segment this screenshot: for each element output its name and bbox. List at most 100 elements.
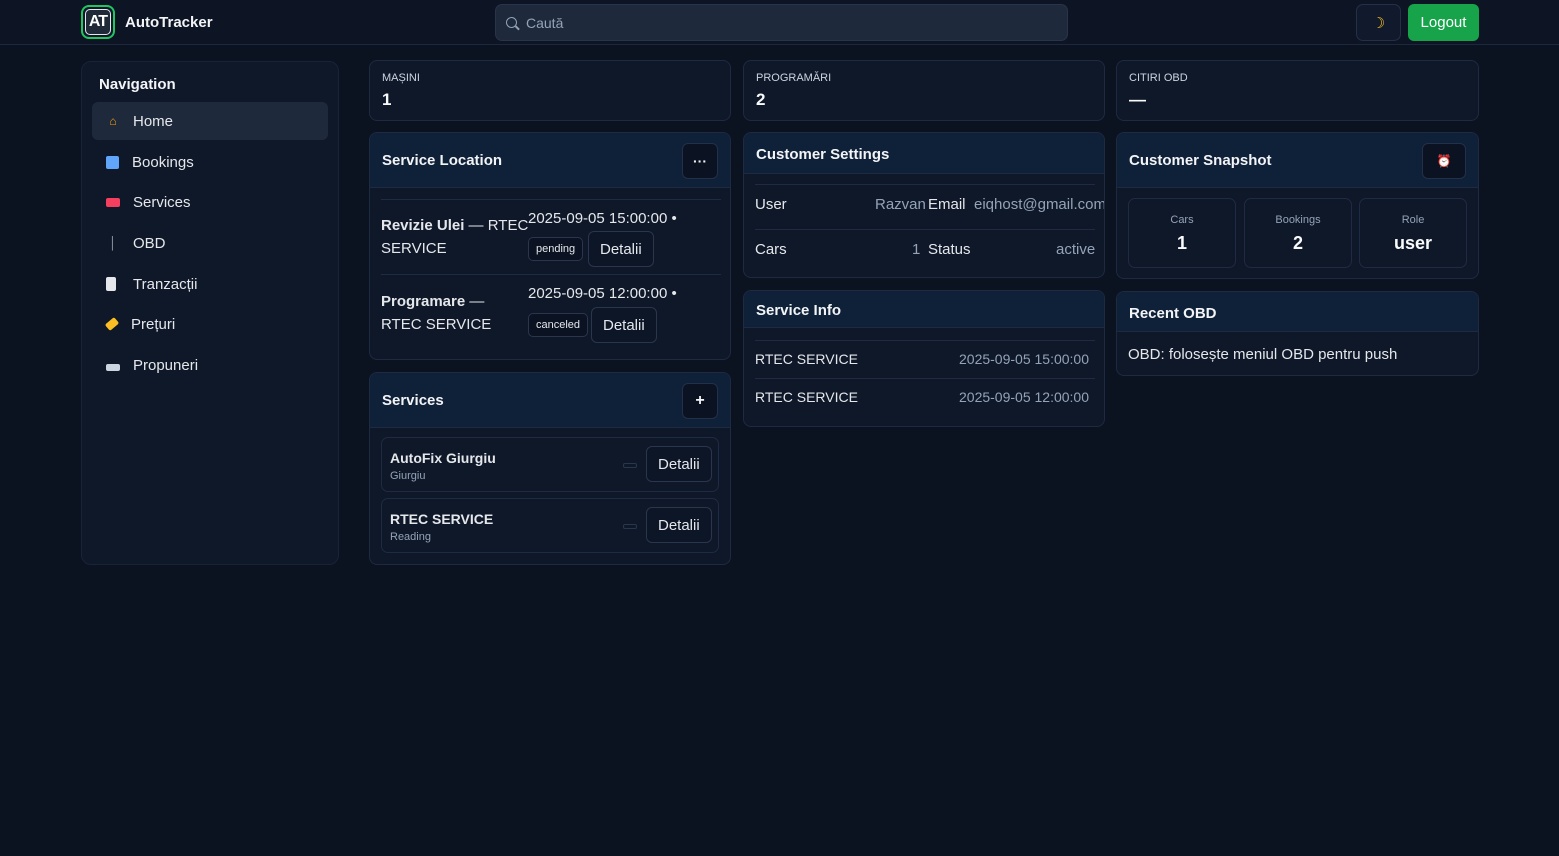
plug-icon: │	[109, 236, 117, 250]
snapshot-value: 2	[1292, 233, 1303, 253]
card-title: Recent OBD	[1129, 305, 1217, 322]
stat-card-programari: PROGRAMĂRI 2	[743, 60, 1105, 121]
details-button[interactable]: Detalii	[588, 231, 654, 267]
stat-label: CITIRI OBD	[1129, 72, 1188, 84]
stat-value: 1	[382, 90, 392, 109]
stat-label: MAȘINI	[382, 72, 420, 84]
tag-icon	[104, 317, 120, 331]
service-city: Giurgiu	[390, 470, 426, 482]
snapshot-label: Role	[1401, 214, 1425, 226]
sidebar-item-label: Bookings	[132, 153, 194, 171]
sidebar-item-obd[interactable]: │ OBD	[92, 224, 328, 262]
snapshot-box-role: Role user	[1359, 198, 1467, 268]
logout-button[interactable]: Logout	[1408, 4, 1479, 41]
home-icon: ⌂	[109, 114, 117, 128]
card-title: Service Info	[756, 302, 842, 319]
appointment-name: Revizie Ulei	[381, 217, 465, 234]
stat-card-citiri-obd: CITIRI OBD —	[1116, 60, 1479, 121]
setting-key: Cars	[755, 241, 787, 258]
appointment-datetime: 2025-09-05 15:00:00 •	[528, 210, 677, 227]
app-title[interactable]: AutoTracker	[125, 14, 213, 31]
sidebar-item-label: Propuneri	[133, 356, 199, 374]
appointment-location-line: RTEC SERVICE	[381, 316, 492, 333]
pill-icon	[623, 524, 637, 529]
receipt-icon	[106, 277, 116, 291]
details-button[interactable]: Detalii	[646, 507, 712, 543]
appointment-location: — RTEC	[468, 217, 529, 234]
stat-label: PROGRAMĂRI	[756, 72, 832, 84]
service-name: AutoFix Giurgiu	[390, 450, 496, 466]
snapshot-value: 1	[1176, 233, 1187, 253]
alarm-clock-icon: ⏰	[1436, 154, 1452, 168]
sidebar: Navigation ⌂ Home Bookings Services │ OB…	[81, 61, 339, 565]
divider	[755, 340, 1095, 341]
service-info-datetime: 2025-09-05 15:00:00	[959, 351, 1089, 367]
inbox-icon	[106, 364, 120, 371]
list-item[interactable]: AutoFix Giurgiu Giurgiu Detalii	[381, 437, 719, 492]
snapshot-label: Cars	[1170, 214, 1194, 226]
top-bar: AT AutoTracker ☽ Logout	[0, 0, 1559, 45]
sidebar-item-tranzactii[interactable]: Tranzacții	[92, 265, 328, 303]
service-name: RTEC SERVICE	[390, 511, 494, 527]
sidebar-item-label: OBD	[133, 234, 166, 252]
sidebar-item-label: Tranzacții	[133, 275, 198, 293]
add-service-button[interactable]: +	[682, 383, 718, 419]
app-logo[interactable]: AT	[81, 5, 115, 39]
search-input[interactable]	[526, 5, 1056, 40]
divider	[755, 184, 1095, 185]
logo-mark: AT	[85, 9, 111, 35]
sidebar-item-propuneri[interactable]: Propuneri	[92, 346, 328, 384]
card-header: Customer Snapshot ⏰	[1117, 133, 1478, 188]
sidebar-item-services[interactable]: Services	[92, 183, 328, 221]
divider	[755, 378, 1095, 379]
service-location-card: Service Location ··· Revizie Ulei — RTEC…	[369, 132, 731, 360]
card-title: Customer Settings	[756, 146, 890, 163]
setting-value: eiqhost@gmail.com	[974, 196, 1105, 213]
card-title: Services	[382, 392, 444, 409]
service-info-name: RTEC SERVICE	[755, 389, 858, 405]
details-button[interactable]: Detalii	[646, 446, 712, 482]
theme-toggle-button[interactable]: ☽	[1356, 4, 1401, 41]
snapshot-label: Bookings	[1275, 214, 1321, 226]
setting-key: Email	[928, 196, 966, 213]
search-icon	[506, 17, 517, 28]
status-badge: canceled	[528, 313, 589, 337]
sidebar-item-preturi[interactable]: Prețuri	[92, 305, 328, 343]
appointment-name: Programare	[381, 293, 466, 310]
service-info-card: Service Info RTEC SERVICE 2025-09-05 15:…	[743, 290, 1105, 427]
stat-value: —	[1129, 90, 1146, 109]
list-item[interactable]: RTEC SERVICE Reading Detalii	[381, 498, 719, 553]
appointment-location-line: SERVICE	[381, 240, 447, 257]
snapshot-action-button[interactable]: ⏰	[1422, 143, 1466, 179]
pill-icon	[623, 463, 637, 468]
card-title: Customer Snapshot	[1129, 152, 1272, 169]
card-header: Recent OBD	[1117, 292, 1478, 332]
toolbox-icon	[106, 197, 120, 207]
customer-settings-card: Customer Settings User Razvan Email eiqh…	[743, 132, 1105, 278]
setting-value: 1	[912, 241, 921, 258]
sidebar-title: Navigation	[99, 76, 176, 93]
status-badge: pending	[528, 237, 584, 261]
setting-key: User	[755, 196, 787, 213]
card-title: Service Location	[382, 152, 503, 169]
calendar-icon	[106, 155, 119, 169]
more-options-button[interactable]: ···	[682, 143, 718, 179]
services-card: Services + AutoFix Giurgiu Giurgiu Detal…	[369, 372, 731, 565]
service-info-name: RTEC SERVICE	[755, 351, 858, 367]
divider	[381, 274, 721, 275]
sidebar-item-label: Home	[133, 112, 174, 130]
snapshot-box-bookings: Bookings 2	[1244, 198, 1352, 268]
recent-obd-card: Recent OBD OBD: folosește meniul OBD pen…	[1116, 291, 1479, 376]
details-button[interactable]: Detalii	[591, 307, 657, 343]
snapshot-value: user	[1393, 233, 1433, 253]
search-bar[interactable]	[495, 4, 1068, 41]
card-header: Services +	[370, 373, 730, 428]
card-header: Customer Settings	[744, 133, 1104, 174]
sidebar-item-bookings[interactable]: Bookings	[92, 143, 328, 181]
setting-key: Status	[928, 241, 971, 258]
card-header: Service Info	[744, 291, 1104, 328]
sidebar-item-home[interactable]: ⌂ Home	[92, 102, 328, 140]
service-city: Reading	[390, 531, 431, 543]
appointment-title: Revizie Ulei — RTEC	[381, 217, 528, 234]
customer-snapshot-card: Customer Snapshot ⏰ Cars 1 Bookings 2 Ro…	[1116, 132, 1479, 279]
